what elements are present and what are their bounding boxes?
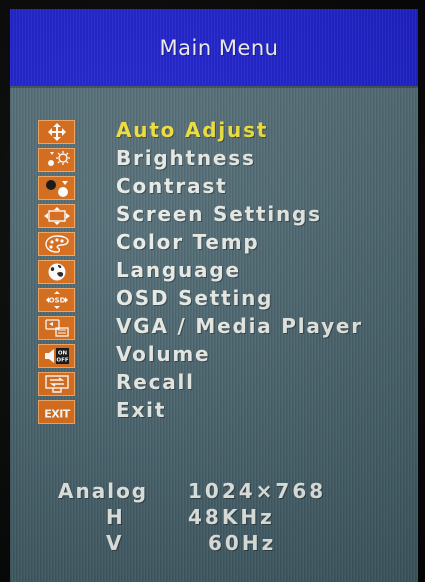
media-input-icon: [38, 316, 75, 340]
horizontal-frequency-row: H 48KHz: [58, 505, 378, 531]
title-bar: Main Menu: [10, 9, 418, 86]
osd-icon: OSD: [38, 288, 75, 312]
contrast-icon: [38, 176, 75, 200]
volume-on-text: ON: [57, 351, 67, 357]
menu-item-label: Language: [116, 258, 241, 282]
screen-bezel-left: [0, 0, 10, 582]
resolution-value: 1024×768: [188, 479, 327, 503]
menu-item-label: Brightness: [116, 146, 256, 170]
palette-icon: [38, 232, 75, 256]
menu-item-label: Contrast: [116, 174, 228, 198]
screen-bezel-top: [0, 0, 425, 9]
screen-position-icon: [38, 204, 75, 228]
speaker-icon: ON OFF: [38, 344, 75, 368]
menu-item-label: OSD Setting: [116, 286, 274, 310]
screen-bezel-right: [418, 0, 425, 582]
menu-item-label: Color Temp: [116, 230, 260, 254]
menu-item-label: VGA / Media Player: [116, 314, 363, 338]
volume-off-text: OFF: [56, 358, 68, 364]
move-arrows-icon: [38, 120, 75, 144]
globe-icon: [38, 260, 75, 284]
exit-icon: EXIT: [38, 400, 75, 424]
vertical-frequency-label: V: [106, 531, 124, 555]
menu-title: Main Menu: [159, 35, 279, 60]
menu-item-label: Recall: [116, 370, 195, 394]
menu-item-label: Volume: [116, 342, 211, 366]
menu-item-label: Exit: [116, 398, 167, 422]
sun-icon: [38, 148, 75, 172]
osd-icon-text: OSD: [48, 297, 65, 305]
exit-icon-text: EXIT: [44, 408, 71, 421]
menu-item-label: Auto Adjust: [116, 118, 269, 142]
resolution-row: Analog 1024×768: [58, 479, 378, 505]
osd-main-menu: Main Menu Auto Adjust Brightness Contras…: [0, 0, 425, 582]
vertical-frequency-row: V 60Hz: [58, 531, 378, 557]
signal-source-label: Analog: [58, 479, 149, 503]
vertical-frequency-value: 60Hz: [208, 531, 277, 555]
menu-item-label: Screen Settings: [116, 202, 322, 226]
recall-icon: [38, 372, 75, 396]
horizontal-frequency-value: 48KHz: [188, 505, 275, 529]
horizontal-frequency-label: H: [106, 505, 125, 529]
